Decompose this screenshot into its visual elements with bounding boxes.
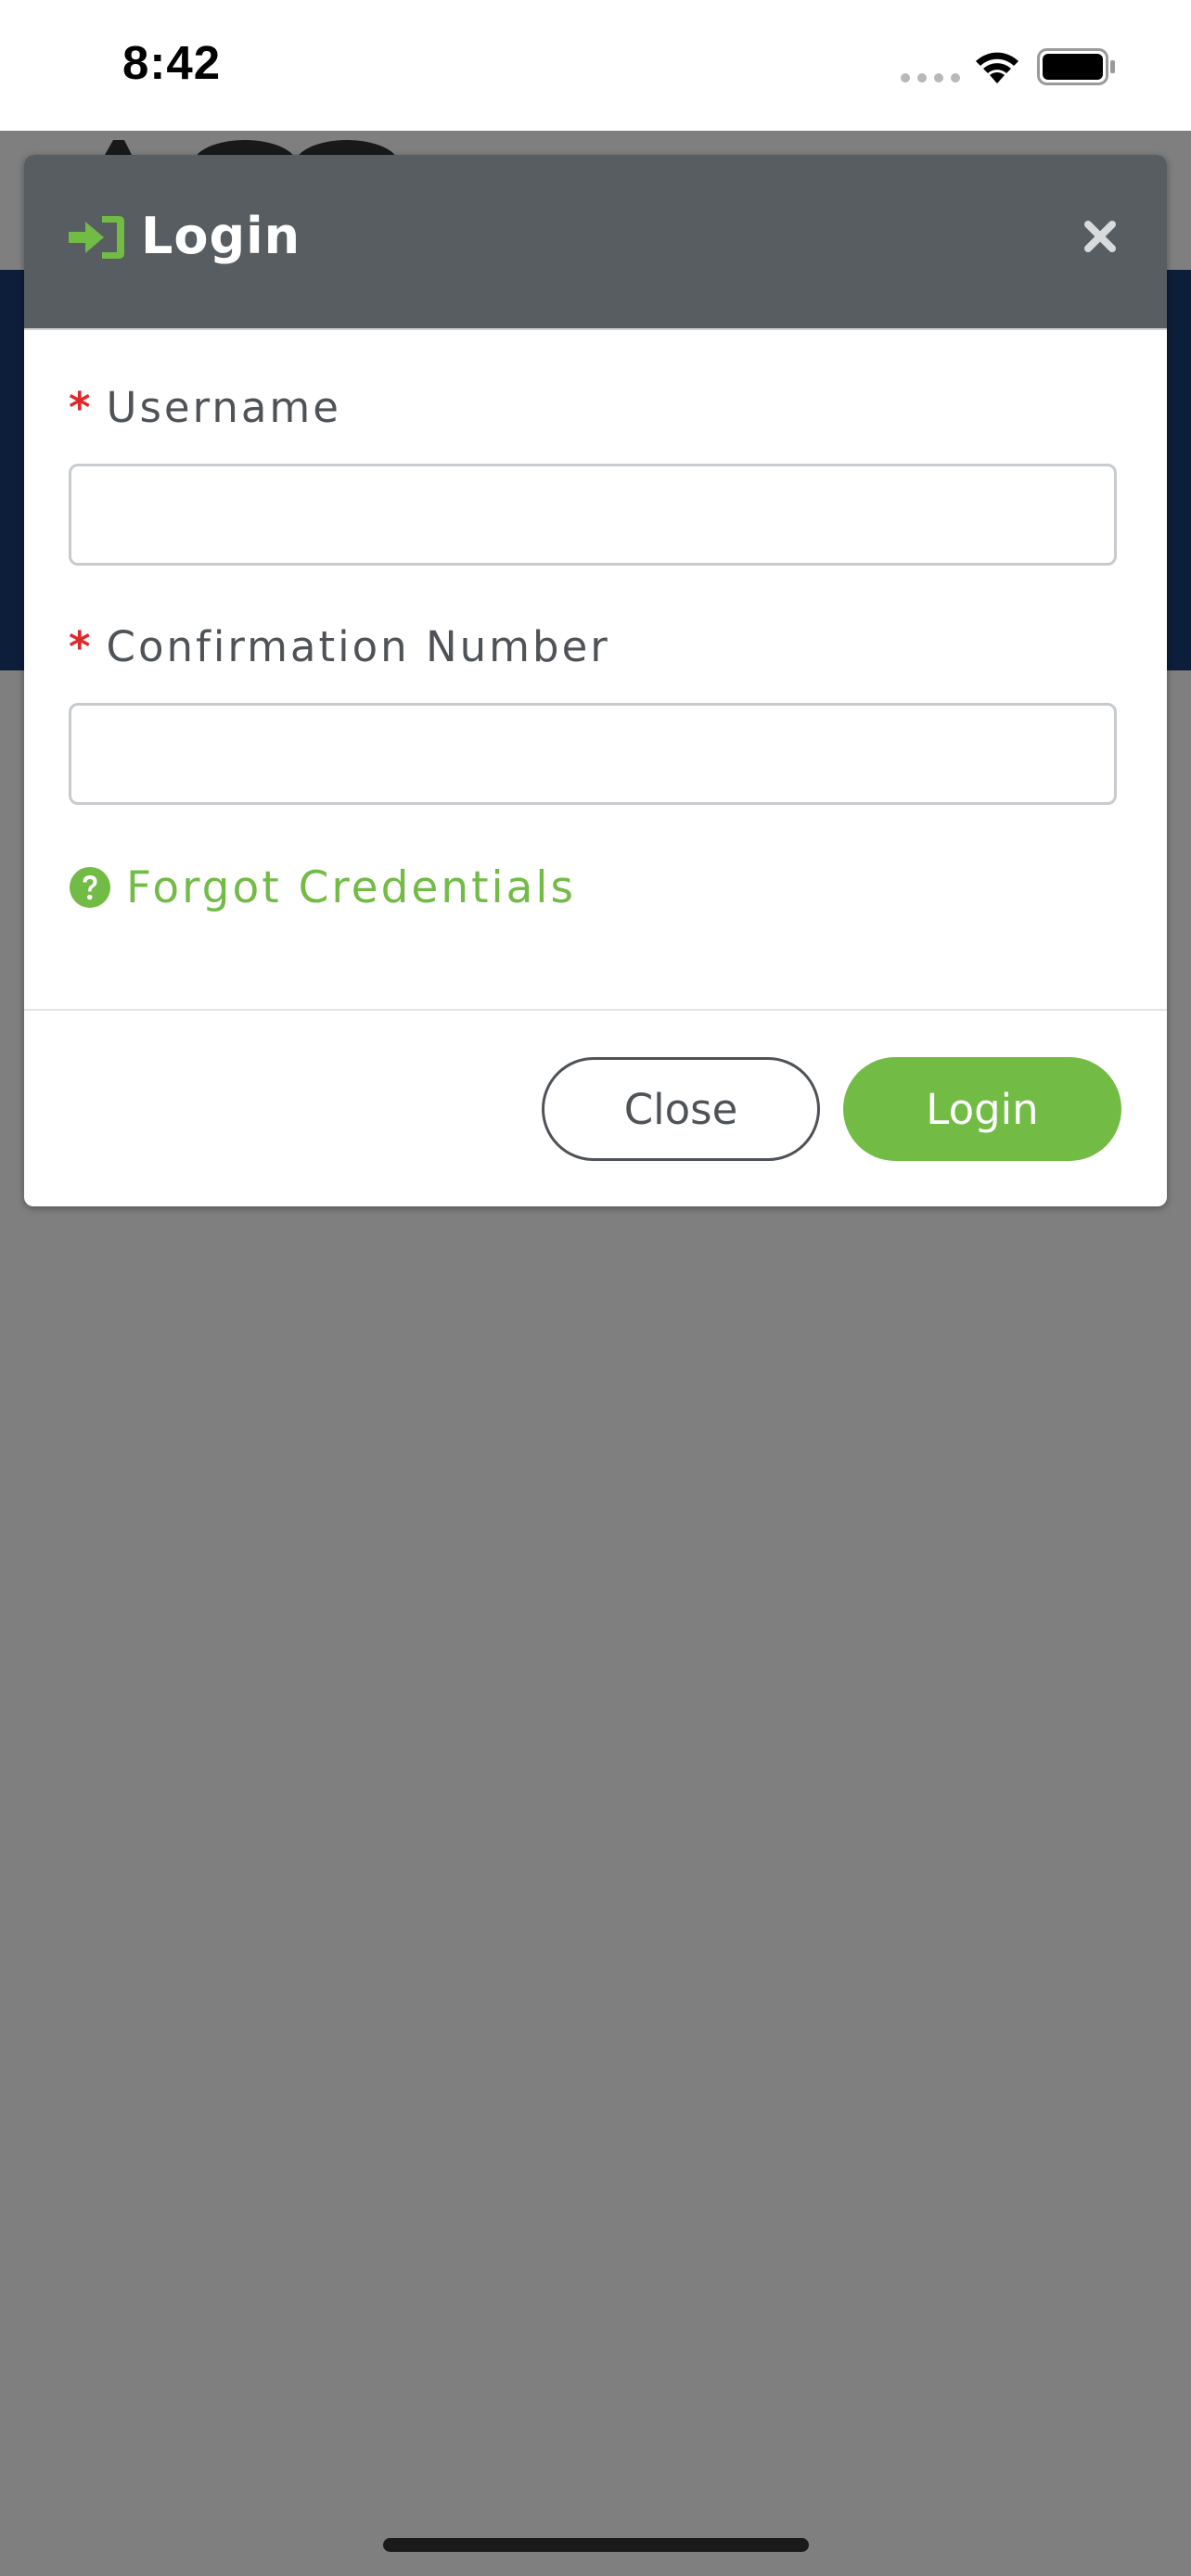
question-circle-icon (70, 867, 110, 908)
home-indicator[interactable] (383, 2538, 809, 2552)
status-time: 8:42 (122, 36, 222, 89)
forgot-credentials-label: Forgot Credentials (126, 861, 576, 913)
modal-title: Login (141, 207, 301, 265)
confirmation-number-input[interactable] (69, 703, 1117, 805)
wifi-icon (976, 52, 1018, 83)
confirmation-number-label: * Confirmation Number (69, 622, 610, 671)
close-icon[interactable] (1083, 220, 1117, 253)
sign-in-icon (69, 216, 124, 259)
login-modal: Login * Username * Confirmation Number For… (24, 155, 1167, 1206)
username-label: * Username (69, 383, 341, 432)
close-button[interactable]: Close (542, 1057, 820, 1161)
battery-full-icon (1037, 48, 1115, 85)
username-label-text: Username (106, 383, 341, 432)
forgot-credentials-link[interactable]: Forgot Credentials (69, 860, 576, 915)
username-input[interactable] (69, 464, 1117, 566)
required-marker: * (69, 622, 94, 671)
login-button[interactable]: Login (843, 1057, 1121, 1161)
cellular-signal-icon (901, 73, 960, 83)
confirmation-number-label-text: Confirmation Number (106, 622, 610, 671)
required-marker: * (69, 383, 94, 432)
status-bar: 8:42 (0, 0, 1191, 131)
modal-footer-divider (24, 1009, 1167, 1011)
modal-header: Login (24, 155, 1167, 330)
